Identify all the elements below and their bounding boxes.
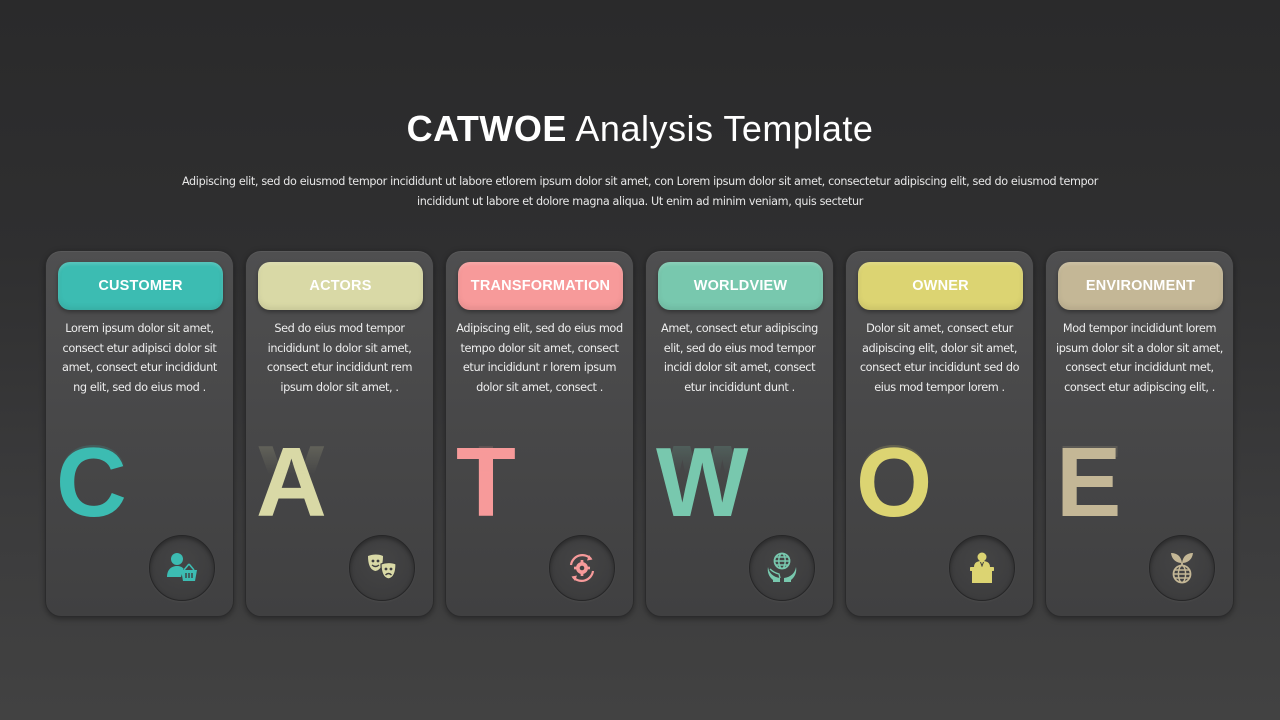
desc-line: dolor sit amet, consect . <box>476 380 603 394</box>
desc-line: elit, sed do eius mod tempor <box>663 341 816 355</box>
desc-line: consect etur incididunt rem <box>266 361 413 374</box>
icon-badge <box>1149 535 1215 601</box>
desc-line: consect etur adipisci dolor sit <box>62 341 217 355</box>
card-description: Lorem ipsum dolor sit amet, consect etur… <box>54 319 225 397</box>
subtitle-line-1: Adipiscing elit, sed do eiusmod tempor i… <box>181 175 1099 188</box>
gear-refresh-icon <box>569 554 595 582</box>
icon-badge <box>349 535 415 601</box>
page-title: CATWOE Analysis Template <box>0 108 1280 150</box>
desc-line: tempo dolor sit amet, consect <box>460 341 619 355</box>
globe-sprout-icon <box>1171 553 1193 584</box>
card-label: CUSTOMER <box>58 262 223 310</box>
icon-badge <box>549 535 615 601</box>
card-letter-reflection: W <box>656 425 749 535</box>
desc-line: Lorem ipsum dolor sit amet, <box>65 322 214 335</box>
desc-line: Mod tempor incididunt lorem <box>1062 322 1217 335</box>
desc-line: adipiscing elit, dolor sit amet, <box>861 341 1018 355</box>
desc-line: incidi dolor sit amet, consect <box>663 361 816 374</box>
card-letter-reflection: T <box>456 425 516 535</box>
globe-hands-icon <box>767 552 797 582</box>
page-subtitle: Adipiscing elit, sed do eiusmod tempor i… <box>170 172 1110 212</box>
card-letter-reflection: C <box>56 425 127 535</box>
card-customer: CUSTOMER Lorem ipsum dolor sit amet, con… <box>45 250 234 617</box>
icon-badge <box>949 535 1015 601</box>
card-transformation: TRANSFORMATION Adipiscing elit, sed do e… <box>445 250 634 617</box>
desc-line: consect etur incididunt sed do <box>859 361 1020 374</box>
desc-line: consect etur incididunt met, <box>1065 361 1214 374</box>
card-label: TRANSFORMATION <box>458 262 623 310</box>
speaker-podium-icon <box>970 552 994 583</box>
card-letter-reflection: E <box>1056 425 1122 535</box>
icon-badge <box>149 535 215 601</box>
card-description: Adipiscing elit, sed do eius mod tempo d… <box>454 319 625 397</box>
subtitle-line-2: incididunt ut labore et dolore magna ali… <box>417 195 863 208</box>
desc-line: Adipiscing elit, sed do eius mod <box>456 322 623 335</box>
desc-line: ipsum dolor sit a dolor sit amet, <box>1056 341 1223 355</box>
card-letter-reflection: A <box>256 425 327 535</box>
theater-masks-icon <box>368 554 397 580</box>
desc-line: etur incididunt dunt . <box>684 380 795 394</box>
desc-line: etur incididunt r lorem ipsum <box>462 361 617 374</box>
desc-line: incididunt lo dolor sit amet, <box>267 341 412 355</box>
card-owner: OWNER Dolor sit amet, consect etur adipi… <box>845 250 1034 617</box>
title-bold: CATWOE <box>406 108 567 149</box>
desc-line: ipsum dolor sit amet, . <box>280 380 399 394</box>
icon-badge <box>749 535 815 601</box>
card-label: ACTORS <box>258 262 423 310</box>
desc-line: eius mod tempor lorem . <box>874 380 1005 394</box>
card-description: Dolor sit amet, consect etur adipiscing … <box>854 319 1025 397</box>
desc-line: Sed do eius mod tempor <box>274 322 405 335</box>
card-environment: ENVIRONMENT Mod tempor incididunt lorem … <box>1045 250 1234 617</box>
card-actors: ACTORS Sed do eius mod tempor incididunt… <box>245 250 434 617</box>
desc-line: Amet, consect etur adipiscing <box>661 322 818 335</box>
card-label: WORLDVIEW <box>658 262 823 310</box>
card-description: Amet, consect etur adipiscing elit, sed … <box>654 319 825 397</box>
customer-basket-icon <box>167 553 197 581</box>
card-label: OWNER <box>858 262 1023 310</box>
card-worldview: WORLDVIEW Amet, consect etur adipiscing … <box>645 250 834 617</box>
desc-line: ng elit, sed do eius mod . <box>73 380 206 394</box>
card-letter-reflection: O <box>856 425 933 535</box>
card-description: Sed do eius mod tempor incididunt lo dol… <box>254 319 425 397</box>
desc-line: consect etur adipiscing elit, . <box>1064 380 1215 394</box>
desc-line: amet, consect etur incididunt <box>62 361 217 374</box>
card-description: Mod tempor incididunt lorem ipsum dolor … <box>1054 319 1225 397</box>
title-light: Analysis Template <box>575 108 874 149</box>
card-label: ENVIRONMENT <box>1058 262 1223 310</box>
desc-line: Dolor sit amet, consect etur <box>866 322 1013 335</box>
